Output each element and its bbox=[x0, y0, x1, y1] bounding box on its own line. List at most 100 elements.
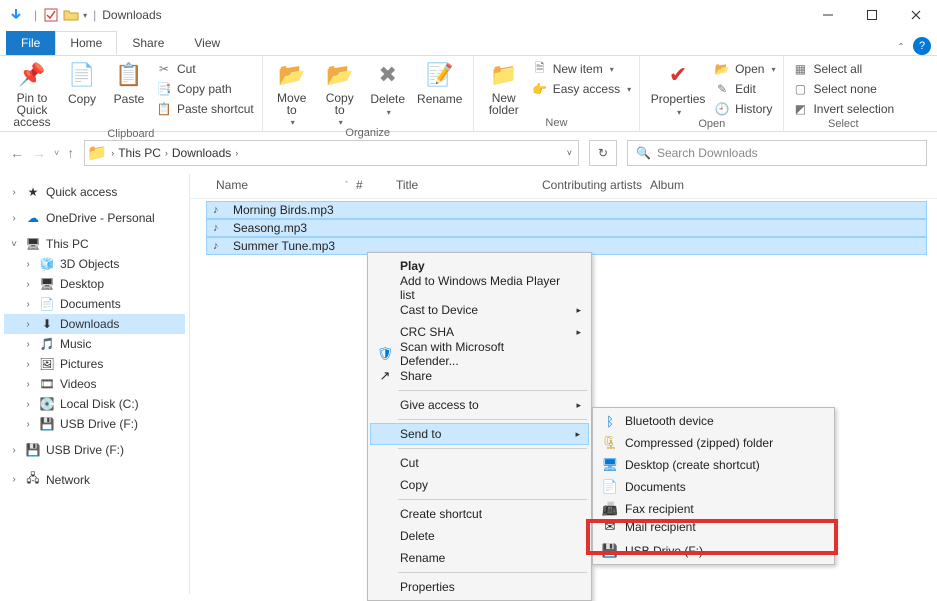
forward-button[interactable]: → bbox=[32, 145, 46, 161]
copyto-button[interactable]: 📂 Copy to▾ bbox=[319, 60, 361, 127]
copyto-icon: 📂 bbox=[326, 60, 353, 90]
group-label: Select bbox=[792, 118, 894, 130]
file-row[interactable]: ♪Morning Birds.mp3 bbox=[206, 201, 927, 219]
minimize-button[interactable] bbox=[815, 4, 841, 26]
edit-button[interactable]: ✎Edit bbox=[714, 80, 775, 98]
ctx-cut[interactable]: Cut bbox=[370, 452, 589, 474]
newfolder-icon: 📁 bbox=[490, 60, 517, 90]
history-dropdown-icon[interactable]: ˅ bbox=[54, 148, 59, 158]
pasteshortcut-button[interactable]: 📋Paste shortcut bbox=[156, 100, 254, 118]
easyaccess-button[interactable]: 👉Easy access▾ bbox=[532, 80, 631, 98]
col-title[interactable]: Title bbox=[396, 178, 542, 192]
maximize-button[interactable] bbox=[859, 4, 885, 26]
sendto-compressed[interactable]: 🗜Compressed (zipped) folder bbox=[595, 432, 832, 454]
ctx-copy[interactable]: Copy bbox=[370, 474, 589, 496]
paste-button[interactable]: 📋 Paste bbox=[108, 60, 150, 106]
tree-downloads[interactable]: ›⬇Downloads bbox=[4, 314, 185, 334]
refresh-button[interactable]: ↻ bbox=[589, 140, 617, 166]
tab-view[interactable]: View bbox=[179, 31, 235, 55]
sendto-mail[interactable]: ✉Mail recipient bbox=[595, 520, 832, 534]
ctx-sendto[interactable]: Send to▸ bbox=[370, 423, 589, 445]
ctx-rename[interactable]: Rename bbox=[370, 547, 589, 569]
properties-button[interactable]: ✔ Properties▾ bbox=[648, 60, 708, 117]
ribbon-group-clipboard: 📌 Pin to Quick access 📄 Copy 📋 Paste ✂Cu… bbox=[0, 56, 263, 131]
selectall-button[interactable]: ▦Select all bbox=[792, 60, 894, 78]
tree-usbdrive2[interactable]: ›💾USB Drive (F:) bbox=[4, 440, 185, 460]
tab-share[interactable]: Share bbox=[117, 31, 179, 55]
sendto-bluetooth[interactable]: ᛒBluetooth device bbox=[595, 410, 832, 432]
ctx-createshortcut[interactable]: Create shortcut bbox=[370, 503, 589, 525]
delete-button[interactable]: ✖ Delete▾ bbox=[367, 60, 409, 117]
sendto-fax[interactable]: 📠Fax recipient bbox=[595, 498, 832, 520]
cut-button[interactable]: ✂Cut bbox=[156, 60, 254, 78]
ctx-scan[interactable]: 🛡Scan with Microsoft Defender... bbox=[370, 343, 589, 365]
open-button[interactable]: 📂Open▾ bbox=[714, 60, 775, 78]
close-button[interactable] bbox=[903, 4, 929, 26]
sendto-documents[interactable]: 📄Documents bbox=[595, 476, 832, 498]
tab-file[interactable]: File bbox=[6, 31, 55, 55]
col-album[interactable]: Album bbox=[650, 178, 927, 192]
rename-button[interactable]: 📝 Rename bbox=[415, 60, 465, 106]
open-icon: 📂 bbox=[714, 62, 730, 76]
crumb-thispc[interactable]: This PC› bbox=[118, 146, 168, 160]
ctx-delete[interactable]: Delete bbox=[370, 525, 589, 547]
ribbon-group-select: ▦Select all ▢Select none ◩Invert selecti… bbox=[784, 56, 902, 131]
separator bbox=[398, 499, 587, 500]
ribbon-tabs: File Home Share View ˆ ? bbox=[0, 30, 937, 56]
tree-music[interactable]: ›🎵Music bbox=[4, 334, 185, 354]
audio-icon: ♪ bbox=[213, 240, 227, 252]
tree-videos[interactable]: ›🎞Videos bbox=[4, 374, 185, 394]
moveto-button[interactable]: 📂 Move to▾ bbox=[271, 60, 313, 127]
tree-documents[interactable]: ›📄Documents bbox=[4, 294, 185, 314]
sendto-desktop[interactable]: 🖥Desktop (create shortcut) bbox=[595, 454, 832, 476]
help-icon[interactable]: ? bbox=[913, 37, 931, 55]
ctx-addwmp[interactable]: Add to Windows Media Player list bbox=[370, 277, 589, 299]
pin-quickaccess-button[interactable]: 📌 Pin to Quick access bbox=[8, 60, 56, 128]
tree-network[interactable]: ›🖧Network bbox=[4, 466, 185, 493]
file-row[interactable]: ♪Seasong.mp3 bbox=[206, 219, 927, 237]
col-contrib[interactable]: Contributing artists bbox=[542, 178, 650, 192]
back-button[interactable]: ← bbox=[10, 145, 24, 161]
ctx-properties[interactable]: Properties bbox=[370, 576, 589, 598]
ctx-cast[interactable]: Cast to Device▸ bbox=[370, 299, 589, 321]
invert-button[interactable]: ◩Invert selection bbox=[792, 100, 894, 118]
cut-icon: ✂ bbox=[156, 62, 172, 76]
sendto-usbdrive[interactable]: 💾USB Drive (F:) bbox=[595, 540, 832, 562]
qat-dropdown-icon[interactable]: ▾ bbox=[83, 11, 87, 20]
tree-desktop[interactable]: ›🖥Desktop bbox=[4, 274, 185, 294]
path-dropdown-icon[interactable]: ˅ bbox=[567, 148, 572, 158]
sendto-menu: ᛒBluetooth device 🗜Compressed (zipped) f… bbox=[592, 407, 835, 565]
chevron-right-icon[interactable]: › bbox=[111, 148, 114, 158]
checkbox-icon[interactable] bbox=[43, 7, 59, 23]
tree-thispc[interactable]: ˅🖥This PC bbox=[4, 234, 185, 254]
tree-usbdrive[interactable]: ›💾USB Drive (F:) bbox=[4, 414, 185, 434]
history-button[interactable]: 🕘History bbox=[714, 100, 775, 118]
tree-onedrive[interactable]: ›☁OneDrive - Personal bbox=[4, 208, 185, 228]
chevron-right-icon: ▸ bbox=[576, 327, 581, 338]
ctx-giveaccess[interactable]: Give access to▸ bbox=[370, 394, 589, 416]
tree-quickaccess[interactable]: ›★Quick access bbox=[4, 182, 185, 202]
copypath-button[interactable]: 📑Copy path bbox=[156, 80, 254, 98]
window-title: Downloads bbox=[102, 8, 161, 22]
selectnone-button[interactable]: ▢Select none bbox=[792, 80, 894, 98]
up-button[interactable]: ↑ bbox=[67, 145, 74, 161]
desktop-icon: 🖥 bbox=[39, 277, 55, 291]
newitem-button[interactable]: 🗎New item▾ bbox=[532, 60, 631, 78]
collapse-ribbon-icon[interactable]: ˆ bbox=[899, 41, 903, 55]
newfolder-button[interactable]: 📁 New folder bbox=[482, 60, 526, 116]
search-input[interactable]: 🔍 Search Downloads bbox=[627, 140, 927, 166]
tree-localdisk[interactable]: ›💽Local Disk (C:) bbox=[4, 394, 185, 414]
ctx-share[interactable]: ↗Share bbox=[370, 365, 589, 387]
file-list: ♪Morning Birds.mp3 ♪Seasong.mp3 ♪Summer … bbox=[190, 199, 937, 257]
breadcrumb-path[interactable]: 📁 › This PC› Downloads› ˅ bbox=[84, 140, 579, 166]
col-name[interactable]: Nameˆ bbox=[216, 178, 356, 192]
folder-qat-icon[interactable] bbox=[63, 7, 79, 23]
tree-pictures[interactable]: ›🖼Pictures bbox=[4, 354, 185, 374]
tab-home[interactable]: Home bbox=[55, 31, 117, 55]
col-number[interactable]: # bbox=[356, 178, 396, 192]
crumb-downloads[interactable]: Downloads› bbox=[172, 146, 238, 160]
chevron-right-icon: ▸ bbox=[576, 305, 581, 316]
tree-3dobjects[interactable]: ›🧊3D Objects bbox=[4, 254, 185, 274]
separator bbox=[398, 572, 587, 573]
copy-button[interactable]: 📄 Copy bbox=[62, 60, 102, 106]
